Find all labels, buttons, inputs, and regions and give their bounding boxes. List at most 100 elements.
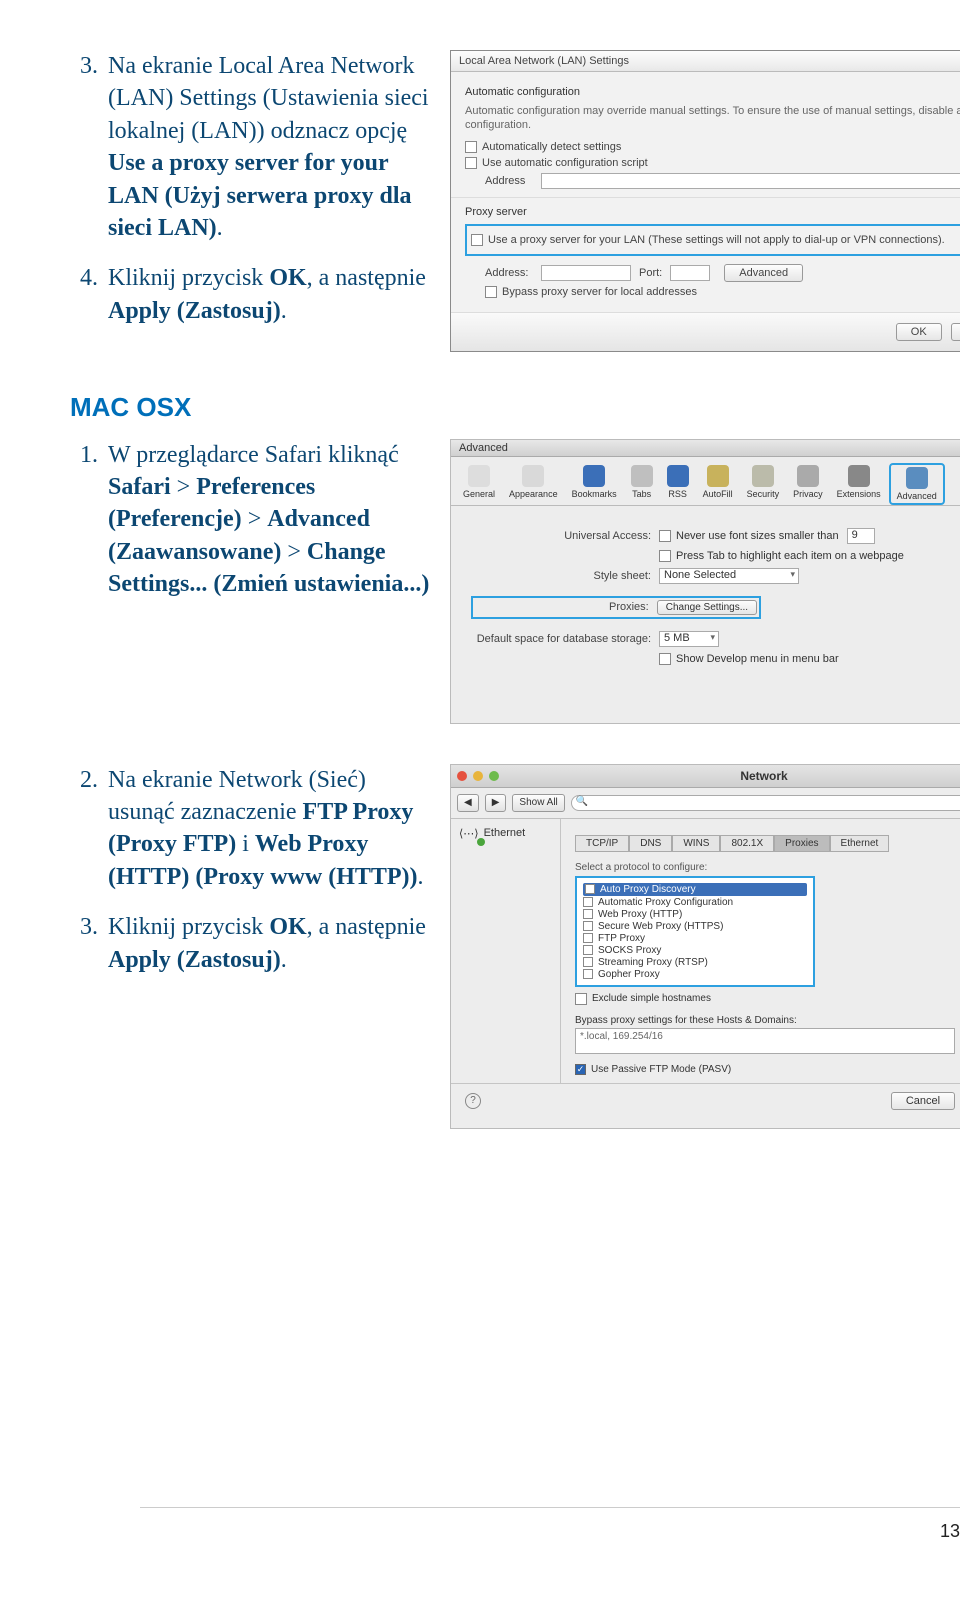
prefs-tab-rss[interactable]: RSS — [661, 463, 695, 505]
prefs-tab-appearance[interactable]: Appearance — [503, 463, 564, 505]
prefs-tab-general[interactable]: General — [457, 463, 501, 505]
protocol-item[interactable]: Secure Web Proxy (HTTPS) — [583, 921, 807, 932]
proxy-port-input[interactable] — [670, 265, 710, 281]
appearance-icon — [522, 465, 544, 487]
style-sheet-select[interactable]: None Selected — [659, 568, 799, 584]
checkbox-icon — [583, 909, 593, 919]
dialog-title-bar: Local Area Network (LAN) Settings ✕ — [451, 51, 960, 72]
footer-rule — [140, 1507, 960, 1508]
passive-ftp-checkbox[interactable]: ✓ Use Passive FTP Mode (PASV) — [575, 1064, 960, 1075]
prefs-tab-advanced[interactable]: Advanced — [889, 463, 945, 505]
prefs-tab-tabs[interactable]: Tabs — [625, 463, 659, 505]
step-number: 4. — [70, 262, 98, 327]
tab-wins[interactable]: WINS — [672, 835, 720, 852]
prefs-tabs: GeneralAppearanceBookmarksTabsRSSAutoFil… — [451, 457, 960, 506]
checkbox-icon — [583, 969, 593, 979]
prefs-tab-autofill[interactable]: AutoFill — [697, 463, 739, 505]
minimize-icon[interactable] — [473, 771, 483, 781]
prefs-tab-privacy[interactable]: Privacy — [787, 463, 829, 505]
change-settings-button[interactable]: Change Settings... — [657, 600, 757, 615]
auto-detect-checkbox[interactable]: Automatically detect settings — [465, 141, 960, 153]
tab-ethernet[interactable]: Ethernet — [830, 835, 890, 852]
tab-tcpip[interactable]: TCP/IP — [575, 835, 629, 852]
show-develop-checkbox[interactable]: Show Develop menu in menu bar — [659, 653, 839, 665]
forward-button[interactable]: ▶ — [485, 794, 507, 812]
prefs-tab-bookmarks[interactable]: Bookmarks — [566, 463, 623, 505]
proxy-highlight: Use a proxy server for your LAN (These s… — [465, 224, 960, 256]
protocol-item[interactable]: Gopher Proxy — [583, 969, 807, 980]
window-title: Network — [505, 769, 960, 783]
mac-steps-1: 1. W przeglądarce Safari kliknąć Safari … — [70, 439, 430, 601]
script-address-input[interactable] — [541, 173, 960, 189]
step-4: 4. Kliknij przycisk OK, a następnie Appl… — [70, 262, 430, 327]
privacy-icon — [797, 465, 819, 487]
checkbox-icon — [583, 957, 593, 967]
step-number: 3. — [70, 50, 98, 244]
zoom-icon[interactable] — [489, 771, 499, 781]
step-3: 3. Na ekranie Local Area Network (LAN) S… — [70, 50, 430, 244]
proxy-port-label: Port: — [639, 267, 662, 279]
prefs-tab-extensions[interactable]: Extensions — [831, 463, 887, 505]
check-icon: ✓ — [575, 1064, 586, 1075]
titlebar: Network — [451, 765, 960, 788]
bypass-local-checkbox[interactable]: Bypass proxy server for local addresses — [485, 286, 960, 298]
lan-settings-dialog: Local Area Network (LAN) Settings ✕ Auto… — [450, 50, 960, 352]
step-number: 1. — [70, 439, 98, 601]
mac-step-3: 3. Kliknij przycisk OK, a następnie Appl… — [70, 911, 430, 976]
step-text: Na ekranie Network (Sieć) usunąć zaznacz… — [108, 764, 430, 894]
rss-icon — [667, 465, 689, 487]
dialog-title: Local Area Network (LAN) Settings — [459, 55, 629, 67]
show-all-button[interactable]: Show All — [512, 794, 564, 812]
page-number: 13 — [940, 1521, 960, 1542]
step-number: 3. — [70, 911, 98, 976]
checkbox-icon — [583, 921, 593, 931]
min-font-input[interactable]: 9 — [847, 528, 875, 544]
ethernet-icon: ⟨⋯⟩ — [459, 827, 479, 840]
protocol-item[interactable]: FTP Proxy — [583, 933, 807, 944]
search-input[interactable] — [571, 795, 960, 811]
windows-steps: 3. Na ekranie Local Area Network (LAN) S… — [70, 50, 430, 327]
protocol-item[interactable]: Auto Proxy Discovery — [583, 883, 807, 896]
step-number: 2. — [70, 764, 98, 894]
dialog-title: Advanced — [459, 442, 508, 454]
dialog-title-bar: Advanced — [451, 440, 960, 457]
ok-button[interactable]: OK — [896, 323, 942, 341]
proxy-protocol-list: Auto Proxy DiscoveryAutomatic Proxy Conf… — [575, 876, 815, 987]
step-text: Kliknij przycisk OK, a następnie Apply (… — [108, 262, 430, 327]
bypass-input[interactable]: *.local, 169.254/16 — [575, 1028, 955, 1054]
tabs-icon — [631, 465, 653, 487]
address-label: Address — [485, 175, 533, 187]
protocol-item[interactable]: Web Proxy (HTTP) — [583, 909, 807, 920]
status-dot-icon — [477, 838, 485, 846]
protocol-item[interactable]: Streaming Proxy (RTSP) — [583, 957, 807, 968]
protocol-list-label: Select a protocol to configure: — [575, 862, 960, 873]
bypass-label: Bypass proxy settings for these Hosts & … — [575, 1015, 960, 1026]
cancel-button[interactable]: Cancel — [951, 323, 960, 341]
use-proxy-checkbox[interactable]: Use a proxy server for your LAN (These s… — [471, 234, 960, 246]
advanced-button[interactable]: Advanced — [724, 264, 803, 282]
press-tab-checkbox[interactable]: Press Tab to highlight each item on a we… — [659, 550, 904, 562]
protocol-item[interactable]: Automatic Proxy Configuration — [583, 897, 807, 908]
tab-proxies[interactable]: Proxies — [774, 835, 829, 852]
advanced-icon — [906, 467, 928, 489]
cancel-button[interactable]: Cancel — [891, 1092, 955, 1110]
auto-script-checkbox[interactable]: Use automatic configuration script — [465, 157, 960, 169]
tab-dns[interactable]: DNS — [629, 835, 672, 852]
min-font-checkbox[interactable]: Never use font sizes smaller than — [659, 530, 839, 542]
tab-8021x[interactable]: 802.1X — [720, 835, 774, 852]
network-prefs-dialog: Network ◀ ▶ Show All ⟨⋯⟩ Ethernet — [450, 764, 960, 1129]
safari-advanced-dialog: Advanced GeneralAppearanceBookmarksTabsR… — [450, 439, 960, 724]
db-storage-select[interactable]: 5 MB — [659, 631, 719, 647]
network-sub-tabs: TCP/IPDNSWINS802.1XProxiesEthernet — [575, 835, 960, 852]
proxy-address-input[interactable] — [541, 265, 631, 281]
bookmarks-icon — [583, 465, 605, 487]
help-icon[interactable]: ? — [465, 1093, 481, 1109]
back-button[interactable]: ◀ — [457, 794, 479, 812]
protocol-item[interactable]: SOCKS Proxy — [583, 945, 807, 956]
universal-access-label: Universal Access: — [471, 530, 651, 542]
prefs-tab-security[interactable]: Security — [741, 463, 786, 505]
db-storage-label: Default space for database storage: — [471, 633, 651, 645]
close-icon[interactable] — [457, 771, 467, 781]
exclude-hostnames-checkbox[interactable]: Exclude simple hostnames — [575, 993, 960, 1005]
proxy-server-label: Proxy server — [465, 206, 960, 218]
